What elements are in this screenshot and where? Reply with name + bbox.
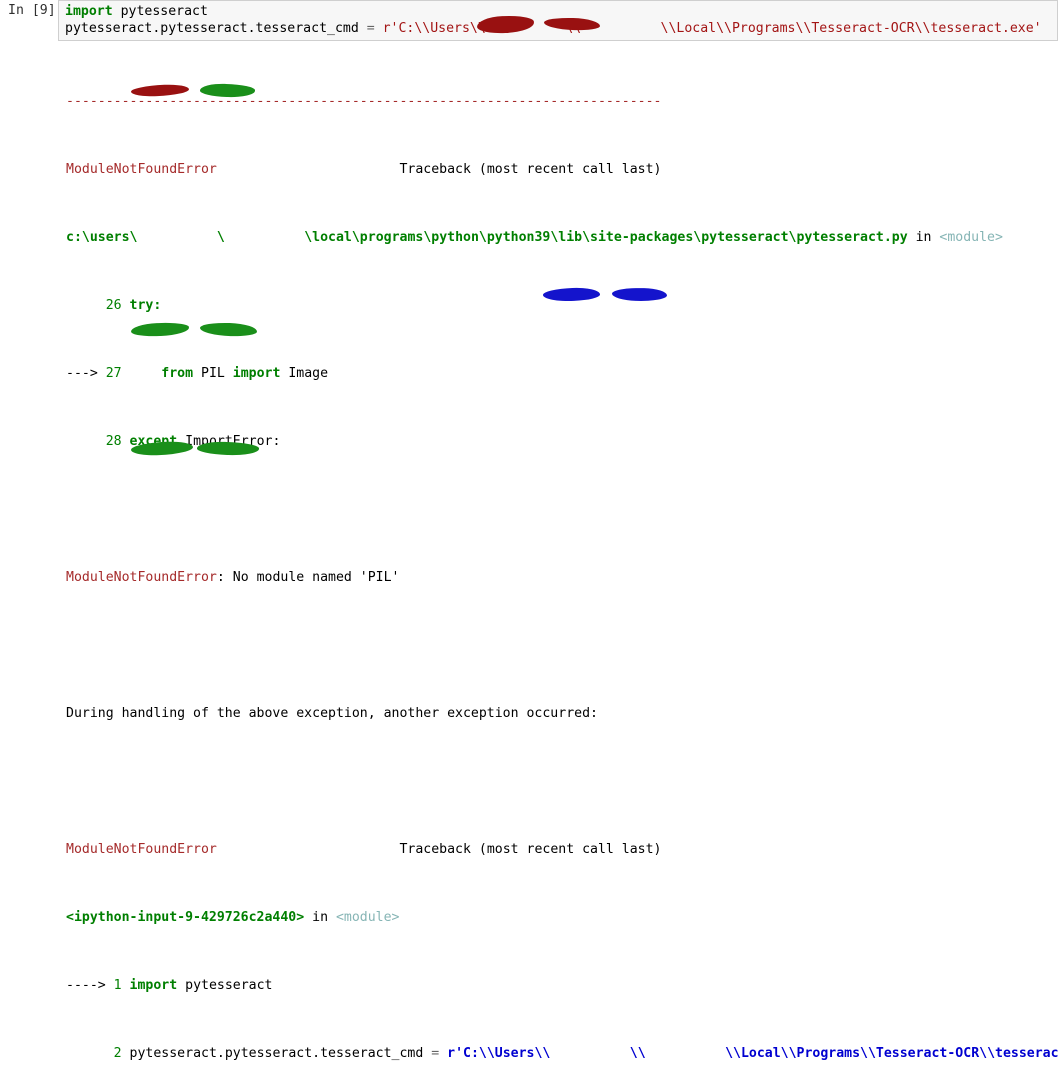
path-tail-1: \local\programs\python\python39\lib\site…	[304, 230, 908, 245]
redaction-gap-3	[137, 230, 216, 245]
keyword-import-1a: import	[129, 978, 178, 993]
keyword-import: import	[65, 4, 113, 19]
module-name-1a: pytesseract	[177, 978, 273, 993]
keyword-try: try:	[129, 298, 162, 313]
module-marker-1: <module>	[939, 230, 1003, 245]
path-string-sep-echo: \\	[629, 1046, 646, 1061]
error-type-label-2: ModuleNotFoundError	[66, 570, 217, 585]
path-string-tail-echo: \\Local\\Programs\\Tesseract-OCR\\tesser…	[725, 1046, 1058, 1061]
traceback-output: ----------------------------------------…	[0, 42, 1058, 1076]
space-28	[122, 434, 130, 449]
line-number-27: 27	[105, 366, 122, 381]
importerror-28: ImportError:	[177, 434, 281, 449]
notebook-output-root: In [9]: import pytesseract pytesseract.p…	[0, 0, 1058, 1061]
code-line-27-arrow: ---> 27 from PIL import Image	[66, 365, 1058, 382]
line-number-1a: 1	[113, 978, 122, 993]
error-message-line: ModuleNotFoundError: No module named 'PI…	[66, 569, 1058, 586]
error-message-text: No module named 'PIL'	[232, 570, 400, 585]
redaction-gap-1	[486, 21, 565, 36]
input-cell-row: In [9]: import pytesseract pytesseract.p…	[0, 0, 1058, 41]
gutter-28	[66, 434, 106, 449]
keyword-import-27: import	[232, 366, 281, 381]
path-string-sep: \\	[565, 21, 582, 36]
path-sep-1: \	[216, 230, 225, 245]
path-prefix-1: c:\users\	[66, 230, 138, 245]
redaction-gap-2	[581, 21, 660, 36]
code-line-28: 28 except ImportError:	[66, 433, 1058, 450]
error-type-label-3: ModuleNotFoundError	[66, 842, 217, 857]
line-number-28: 28	[105, 434, 122, 449]
code-line-2: pytesseract.pytesseract.tesseract_cmd = …	[65, 20, 1051, 37]
path-string-head: r'C:\\Users\\	[382, 21, 486, 36]
keyword-from-27: from	[161, 366, 194, 381]
traceback-header-text-2: Traceback (most recent call last)	[399, 842, 662, 857]
frame-path-1: c:\users\ \ \local\programs\python\pytho…	[66, 229, 1058, 246]
assignment-target: pytesseract.pytesseract.tesseract_cmd	[65, 21, 367, 36]
redaction-gap-6	[646, 1046, 725, 1061]
module-name-pytesseract: pytesseract	[112, 4, 208, 19]
module-marker-2: <module>	[335, 910, 400, 925]
code-line-26: 26 try:	[66, 297, 1058, 314]
redaction-gap-4	[225, 230, 304, 245]
line-number-26: 26	[105, 298, 122, 313]
space-2a	[122, 1046, 130, 1061]
in-keyword-1: in	[907, 230, 940, 245]
spacer-2	[217, 842, 400, 857]
image-name-27: Image	[280, 366, 329, 381]
error-type-label-1: ModuleNotFoundError	[66, 162, 217, 177]
path-string-tail: \\Local\\Programs\\Tesseract-OCR\\tesser…	[660, 21, 1042, 36]
assignment-operator: =	[366, 21, 383, 36]
input-prompt: In [9]:	[8, 3, 64, 18]
error-colon: :	[216, 570, 233, 585]
traceback-header-text-1: Traceback (most recent call last)	[399, 162, 662, 177]
code-line-1: import pytesseract	[65, 3, 1051, 20]
traceback-separator: ----------------------------------------…	[66, 94, 662, 109]
current-frame-arrow-1: --->	[66, 366, 106, 381]
code-line-2-echo: 2 pytesseract.pytesseract.tesseract_cmd …	[66, 1045, 1058, 1062]
code-line-1-arrow: ----> 1 import pytesseract	[66, 977, 1058, 994]
line-number-2a: 2	[113, 1046, 122, 1061]
spacer-1	[217, 162, 400, 177]
in-keyword-2: in	[304, 910, 336, 925]
redaction-gap-5	[550, 1046, 629, 1061]
traceback-header-1: ModuleNotFoundError Traceback (most rece…	[66, 161, 1058, 178]
space-26	[122, 298, 130, 313]
path-string-head-echo: r'C:\\Users\\	[447, 1046, 551, 1061]
chained-exception-note: During handling of the above exception, …	[66, 706, 598, 721]
gutter-2a	[66, 1046, 114, 1061]
ipython-input-id: <ipython-input-9-429726c2a440>	[66, 910, 305, 925]
assignment-operator-echo: =	[431, 1046, 448, 1061]
code-input-area[interactable]: import pytesseract pytesseract.pytessera…	[58, 0, 1058, 41]
current-frame-arrow-2: ---->	[66, 978, 114, 993]
keyword-except-28: except	[129, 434, 178, 449]
assignment-target-echo: pytesseract.pytesseract.tesseract_cmd	[129, 1046, 432, 1061]
traceback-header-2: ModuleNotFoundError Traceback (most rece…	[66, 841, 1058, 858]
frame-path-ipython: <ipython-input-9-429726c2a440> in <modul…	[66, 909, 1058, 926]
space-27	[122, 366, 162, 381]
space-1a	[122, 978, 130, 993]
gutter-26	[66, 298, 106, 313]
pil-module-27: PIL	[193, 366, 233, 381]
